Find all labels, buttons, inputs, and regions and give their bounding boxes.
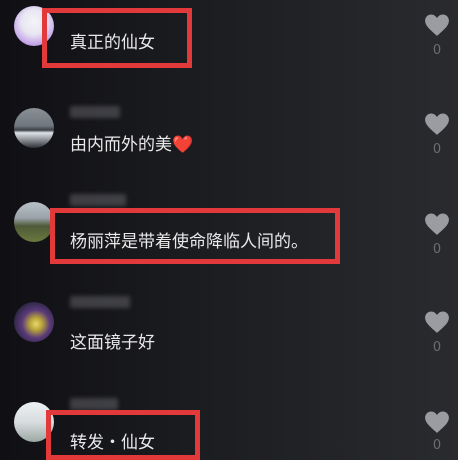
avatar[interactable] — [14, 302, 54, 342]
comment-text: 这面镜子好 — [70, 333, 155, 353]
heart-icon[interactable] — [424, 13, 450, 37]
comment-text: 转发・仙女 — [70, 433, 155, 453]
username — [70, 106, 120, 118]
heart-icon[interactable] — [424, 410, 450, 434]
heart-icon[interactable] — [424, 310, 450, 334]
comment-item: 杨丽萍是带着使命降临人间的。 0 — [0, 192, 458, 292]
comment-text: 由内而外的美❤️ — [70, 130, 193, 155]
username — [70, 194, 126, 206]
username — [70, 398, 118, 410]
like-count: 0 — [432, 438, 442, 453]
like-count: 0 — [432, 43, 442, 58]
heart-emoji: ❤️ — [172, 135, 194, 155]
avatar[interactable] — [14, 108, 54, 148]
like-count: 0 — [432, 242, 442, 257]
comment-item: 这面镜子好 0 — [0, 292, 458, 392]
heart-icon[interactable] — [424, 112, 450, 136]
comment-item: 转发・仙女 0 — [0, 392, 458, 460]
comment-text: 杨丽萍是带着使命降临人间的。 — [70, 232, 308, 252]
comment-item: 由内而外的美❤️ 0 — [0, 92, 458, 192]
like-count: 0 — [432, 142, 442, 157]
like-count: 0 — [432, 340, 442, 355]
avatar[interactable] — [14, 202, 54, 242]
comment-text: 真正的仙女 — [70, 33, 155, 53]
heart-icon[interactable] — [424, 212, 450, 236]
username — [70, 296, 130, 308]
comment-item: 真正的仙女 0 — [0, 0, 458, 88]
comment-text-body: 由内而外的美 — [70, 135, 172, 155]
